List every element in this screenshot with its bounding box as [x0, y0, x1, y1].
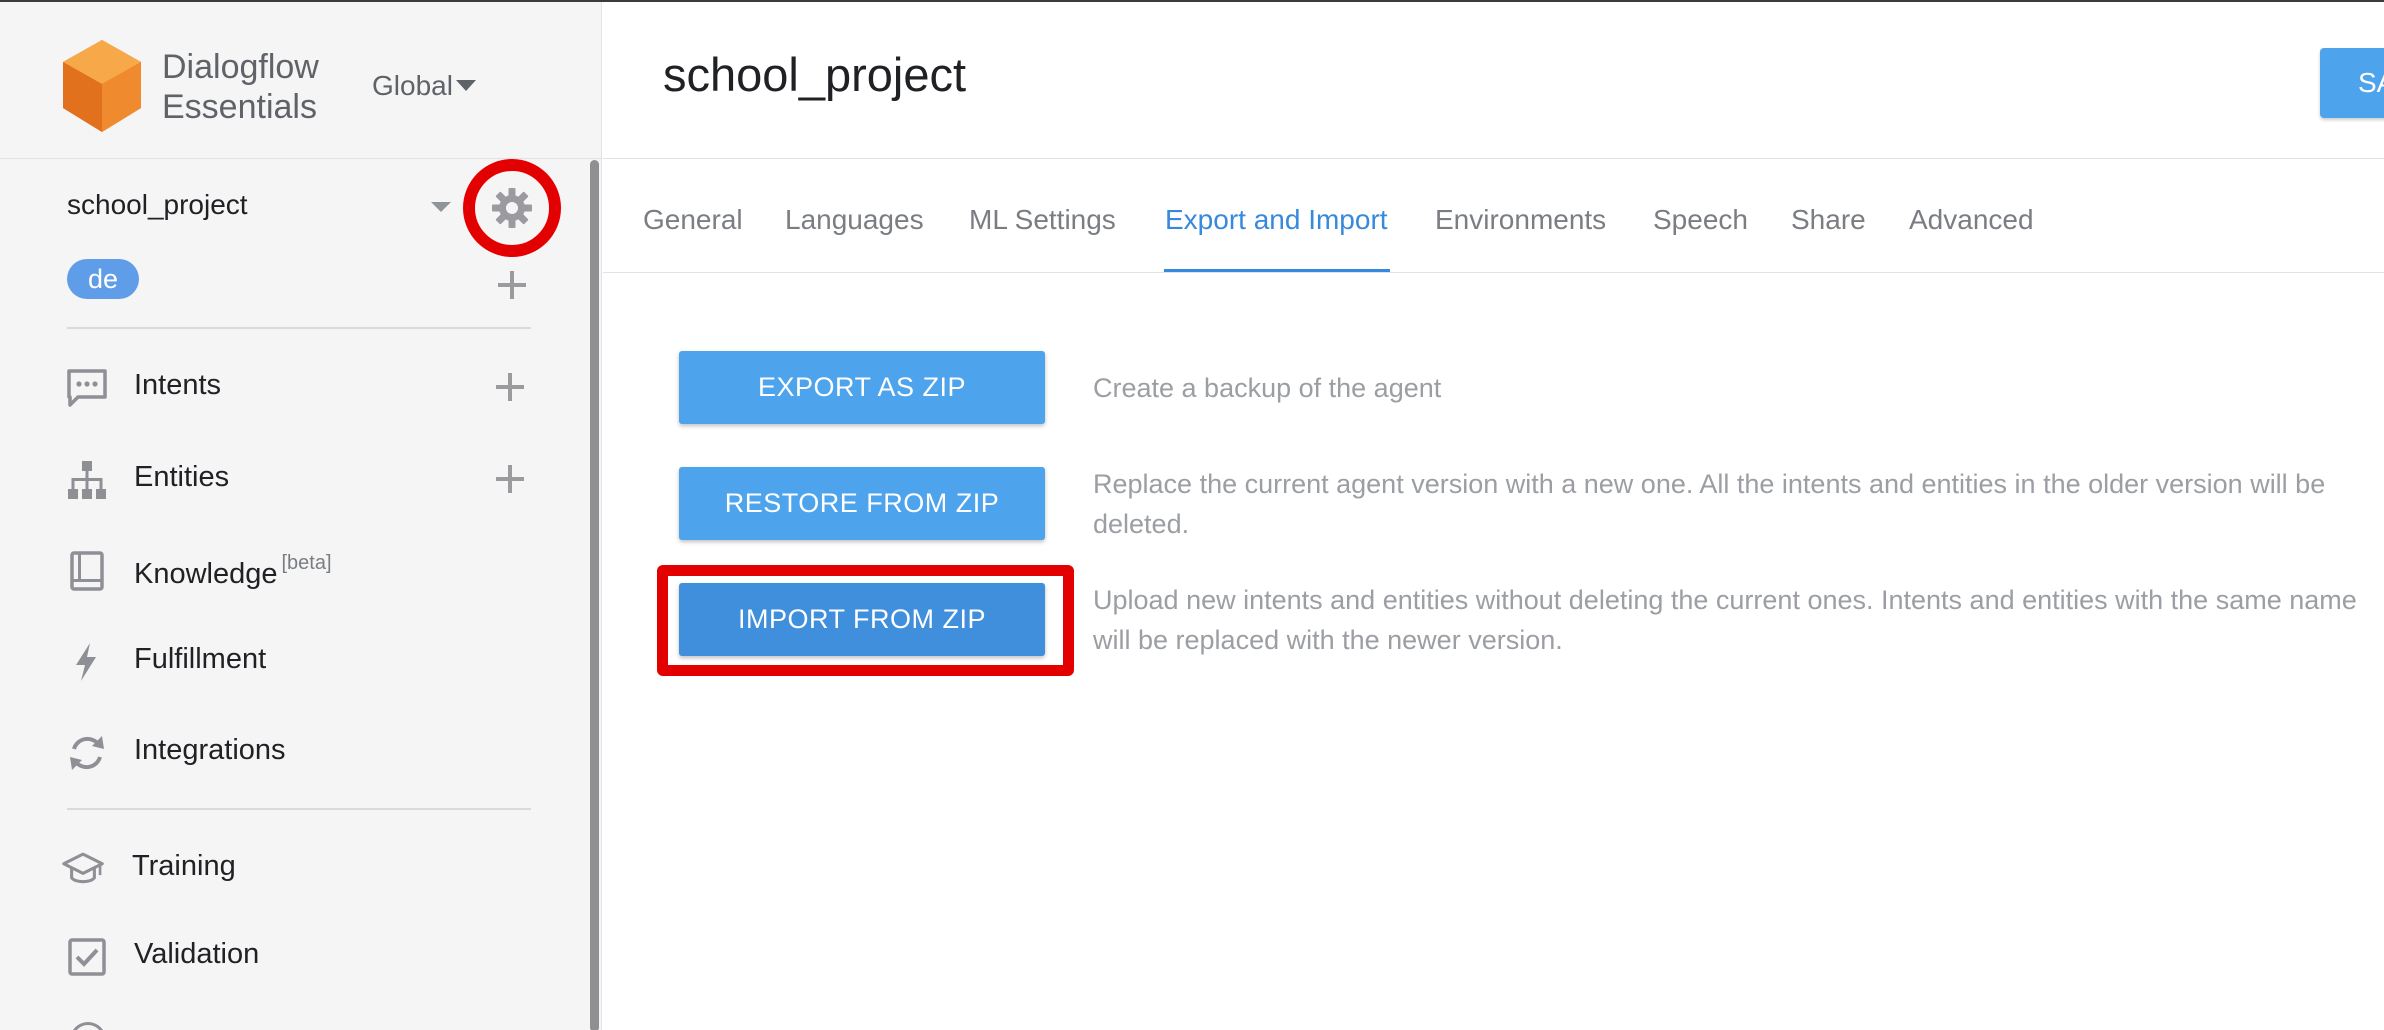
chat-bubble-icon: [67, 369, 107, 407]
sidebar-item-fulfillment[interactable]: Fulfillment: [0, 629, 595, 689]
tab-speech[interactable]: Speech: [1653, 204, 1748, 236]
sidebar: Dialogflow Essentials Global school_proj…: [0, 2, 602, 1030]
help-icon[interactable]: [70, 1022, 106, 1030]
sidebar-item-training[interactable]: Training: [0, 836, 595, 896]
save-button[interactable]: SAVE: [2320, 48, 2384, 118]
book-icon: [70, 551, 104, 591]
tab-languages[interactable]: Languages: [785, 204, 924, 236]
tab-share[interactable]: Share: [1791, 204, 1866, 236]
sidebar-item-label: Integrations: [134, 734, 286, 766]
add-intent-icon[interactable]: [496, 373, 524, 401]
sidebar-item-knowledge[interactable]: Knowledge [beta]: [0, 538, 595, 598]
export-as-zip-button[interactable]: EXPORT AS ZIP: [679, 351, 1045, 424]
sidebar-scrollbar[interactable]: [590, 160, 599, 1030]
sidebar-divider: [67, 808, 531, 810]
dialogflow-logo: [63, 40, 141, 132]
sidebar-item-validation[interactable]: Validation: [0, 924, 595, 984]
add-language-icon[interactable]: [498, 271, 526, 299]
brand-line-1: Dialogflow: [162, 48, 319, 86]
sidebar-item-integrations[interactable]: Integrations: [0, 720, 595, 780]
chevron-down-icon[interactable]: [456, 80, 476, 91]
lightning-icon: [76, 643, 96, 681]
restore-description: Replace the current agent version with a…: [1093, 469, 2326, 539]
sidebar-header: Dialogflow Essentials Global: [0, 2, 602, 159]
agent-selector[interactable]: school_project: [67, 189, 248, 221]
graduation-cap-icon: [62, 852, 104, 884]
tab-advanced[interactable]: Advanced: [1909, 204, 2034, 236]
sidebar-item-label: Validation: [134, 938, 260, 970]
tab-general[interactable]: General: [643, 204, 743, 236]
sidebar-item-intents[interactable]: Intents: [0, 355, 595, 415]
import-from-zip-button[interactable]: IMPORT FROM ZIP: [679, 583, 1045, 656]
tab-environments[interactable]: Environments: [1435, 204, 1606, 236]
sidebar-item-label: Training: [132, 850, 236, 882]
main-header: school_project SAVE: [603, 2, 2384, 159]
beta-badge: [beta]: [281, 552, 332, 574]
gear-icon[interactable]: [490, 186, 534, 230]
knowledge-label: Knowledge: [134, 558, 278, 590]
sidebar-divider: [67, 327, 531, 329]
sidebar-item-label: Intents: [134, 369, 222, 401]
sidebar-item-label: Entities: [134, 461, 230, 493]
chevron-down-icon[interactable]: [431, 202, 451, 212]
sidebar-item-label: Fulfillment: [134, 643, 267, 675]
restore-from-zip-button[interactable]: RESTORE FROM ZIP: [679, 467, 1045, 540]
region-selector[interactable]: Global: [372, 70, 453, 102]
add-entity-icon[interactable]: [496, 465, 524, 493]
export-description: Create a backup of the agent: [1093, 373, 1442, 403]
brand-line-2: Essentials: [162, 88, 317, 126]
sidebar-item-label: Knowledge [beta]: [134, 552, 332, 591]
brand-name: Dialogflow Essentials: [162, 47, 319, 127]
highlight-circle: [463, 159, 561, 257]
import-description: Upload new intents and entities without …: [1093, 585, 2357, 655]
language-badge[interactable]: de: [67, 259, 139, 299]
active-tab-indicator: [1164, 269, 1390, 272]
sidebar-item-entities[interactable]: Entities: [0, 447, 595, 507]
tab-ml-settings[interactable]: ML Settings: [969, 204, 1116, 236]
sync-icon: [70, 736, 104, 770]
tab-export-and-import[interactable]: Export and Import: [1165, 204, 1388, 236]
hierarchy-icon: [68, 461, 106, 499]
settings-tabs: General Languages ML Settings Export and…: [603, 160, 2384, 273]
page-title: school_project: [663, 48, 967, 101]
checkbox-icon: [68, 938, 106, 976]
